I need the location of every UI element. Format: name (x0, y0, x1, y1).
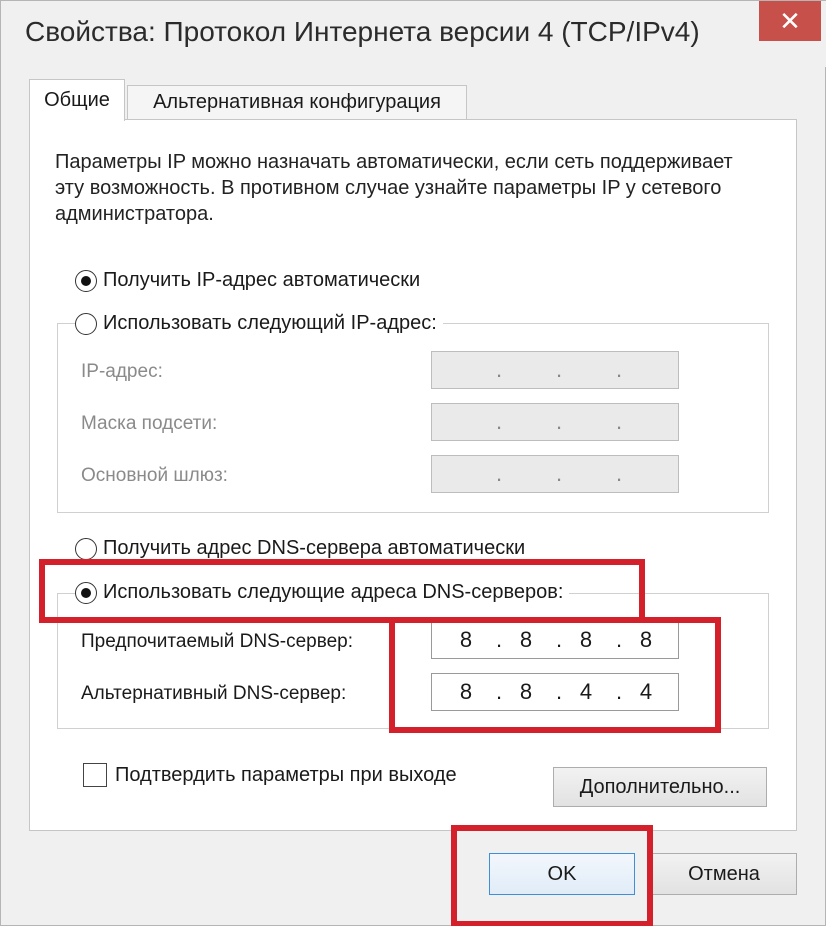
preferred-dns-input[interactable]: 8 8 8 8... (431, 621, 679, 659)
ip-octet (506, 352, 546, 388)
ip-separator: . (555, 627, 563, 652)
radio-button-unchecked[interactable] (75, 537, 97, 560)
default-gateway-input[interactable]: ... (431, 455, 679, 493)
radio-ip-auto-label: Получить IP-адрес автоматически (103, 269, 421, 291)
ip-octet (566, 352, 606, 388)
alternate-dns-input[interactable]: 8 8 4 4... (431, 673, 679, 711)
ip-octet (566, 404, 606, 440)
radio-dns-manual[interactable]: Использовать следующие адреса DNS-сервер… (75, 581, 570, 604)
ip-separator: . (495, 461, 503, 486)
default-gateway-label: Основной шлюз: (81, 465, 228, 486)
alternate-dns-label: Альтернативный DNS-сервер: (81, 683, 347, 704)
ip-octet (446, 456, 486, 492)
tcp-ipv4-properties-dialog: Свойства: Протокол Интернета версии 4 (T… (0, 0, 826, 926)
ip-octet (566, 456, 606, 492)
ip-octet: 4 (639, 679, 653, 704)
radio-dns-manual-label: Использовать следующие адреса DNS-сервер… (103, 581, 564, 603)
ip-octet: 8 (459, 679, 473, 704)
ip-octet: 8 (519, 679, 533, 704)
ip-separator: . (495, 409, 503, 434)
ip-octet (506, 404, 546, 440)
ip-address-input[interactable]: ... (431, 351, 679, 389)
radio-button-checked[interactable] (75, 269, 97, 292)
tab-alternate-configuration[interactable]: Альтернативная конфигурация (127, 85, 467, 119)
radio-ip-manual-label: Использовать следующий IP-адрес: (103, 312, 437, 334)
window-title: Свойства: Протокол Интернета версии 4 (T… (25, 16, 700, 47)
ip-octet (446, 352, 486, 388)
radio-dns-auto[interactable]: Получить адрес DNS-сервера автоматически (75, 537, 532, 560)
radio-ip-auto[interactable]: Получить IP-адрес автоматически (75, 269, 427, 292)
ip-separator: . (495, 679, 503, 704)
ip-octet (626, 352, 666, 388)
radio-ip-manual[interactable]: Использовать следующий IP-адрес: (75, 312, 443, 335)
validate-label: Подтвердить параметры при выходе (115, 763, 457, 786)
close-icon: ✕ (779, 5, 801, 36)
ip-separator: . (495, 627, 503, 652)
ip-separator: . (615, 409, 623, 434)
ip-separator: . (495, 357, 503, 382)
ip-octet: 4 (579, 679, 593, 704)
radio-button-checked[interactable] (75, 581, 97, 604)
ip-octet (506, 456, 546, 492)
ip-separator: . (615, 627, 623, 652)
ip-octet: 8 (579, 627, 593, 652)
subnet-mask-input[interactable]: ... (431, 403, 679, 441)
validate-on-exit[interactable]: Подтвердить параметры при выходе (83, 763, 457, 787)
subnet-mask-label: Маска подсети: (81, 413, 218, 434)
title-bar: Свойства: Протокол Интернета версии 4 (T… (1, 1, 826, 67)
ip-octet (446, 404, 486, 440)
ok-button[interactable]: OK (489, 853, 635, 895)
ip-octet: 8 (459, 627, 473, 652)
ip-separator: . (555, 679, 563, 704)
validate-checkbox[interactable] (83, 763, 107, 787)
radio-button-unchecked[interactable] (75, 312, 97, 335)
ip-separator: . (555, 357, 563, 382)
cancel-button[interactable]: Отмена (651, 853, 797, 895)
close-button[interactable]: ✕ (759, 1, 821, 41)
ip-octet: 8 (639, 627, 653, 652)
ip-octet: 8 (519, 627, 533, 652)
tab-general[interactable]: Общие (29, 79, 125, 121)
ip-octet (626, 456, 666, 492)
ip-octet (626, 404, 666, 440)
ip-separator: . (615, 679, 623, 704)
ip-separator: . (555, 409, 563, 434)
ip-address-label: IP-адрес: (81, 361, 163, 382)
ip-separator: . (615, 461, 623, 486)
radio-dns-auto-label: Получить адрес DNS-сервера автоматически (103, 537, 526, 559)
ip-separator: . (555, 461, 563, 486)
advanced-button[interactable]: Дополнительно... (553, 767, 767, 807)
description-text: Параметры IP можно назначать автоматичес… (55, 151, 733, 225)
ip-separator: . (615, 357, 623, 382)
preferred-dns-label: Предпочитаемый DNS-сервер: (81, 631, 354, 652)
